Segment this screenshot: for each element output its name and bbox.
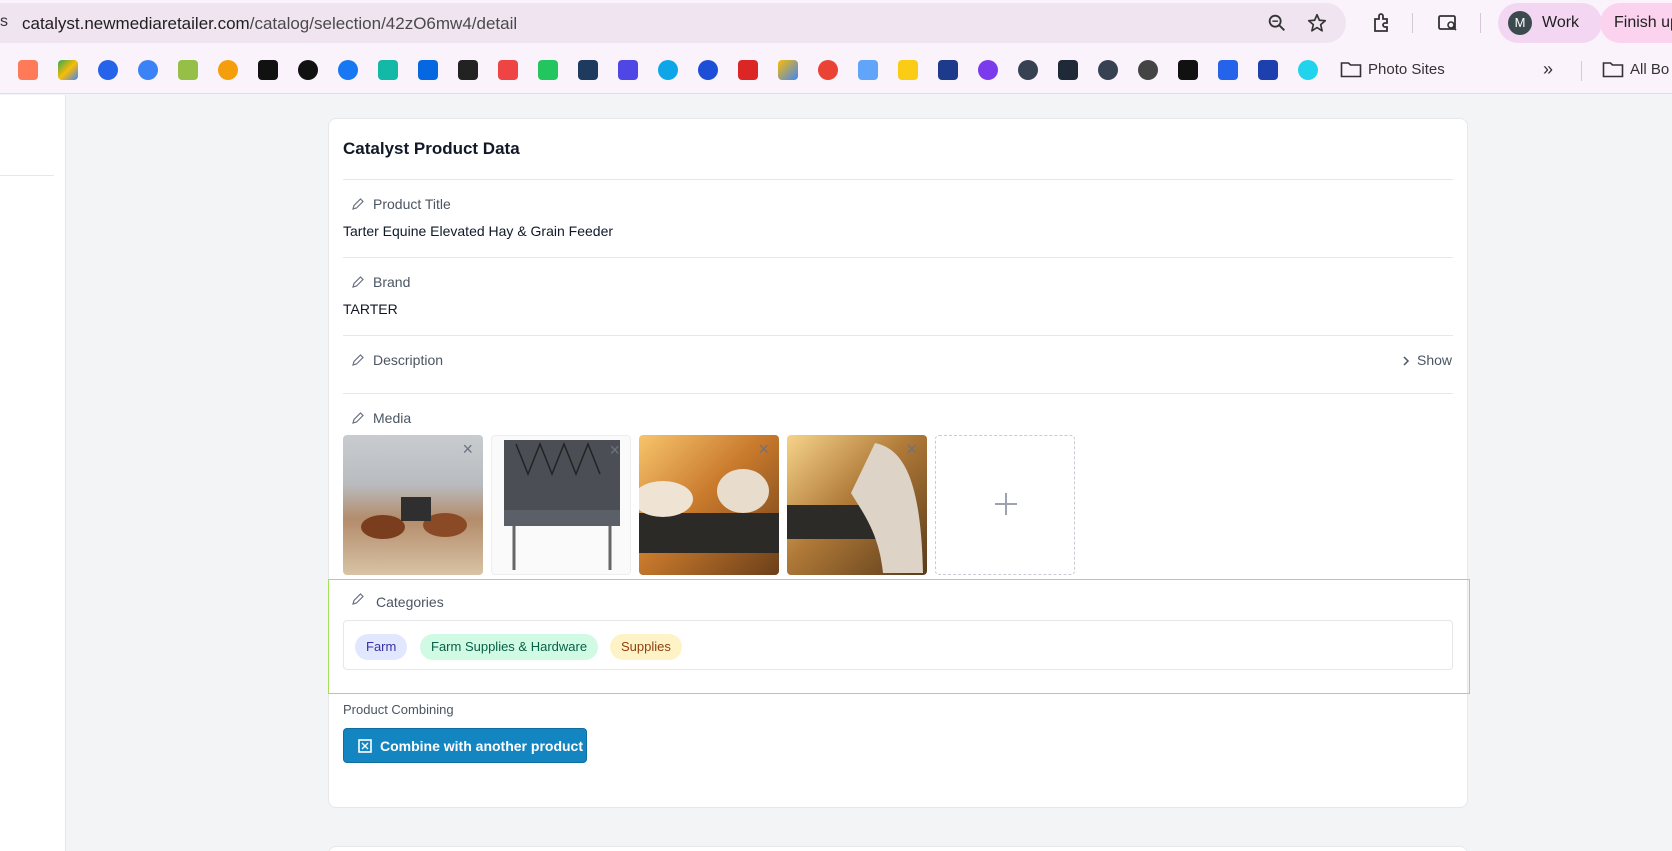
media-thumbnail[interactable]: × bbox=[787, 435, 927, 575]
url-text[interactable]: catalyst.newmediaretailer.com/catalog/se… bbox=[22, 14, 517, 34]
nmr-icon[interactable] bbox=[258, 60, 278, 80]
js-icon[interactable] bbox=[738, 60, 758, 80]
card-title: Catalyst Product Data bbox=[343, 139, 520, 158]
globe-icon[interactable] bbox=[1098, 60, 1118, 80]
category-chip[interactable]: Farm Supplies & Hardware bbox=[420, 634, 599, 660]
turtle-icon[interactable] bbox=[378, 60, 398, 80]
wave-icon[interactable] bbox=[1218, 60, 1238, 80]
r-app-icon[interactable] bbox=[1258, 60, 1278, 80]
bookmark-separator bbox=[1581, 61, 1582, 81]
address-bar[interactable]: s catalyst.newmediaretailer.com/catalog/… bbox=[0, 3, 1346, 43]
mascot-icon[interactable] bbox=[218, 60, 238, 80]
linux-icon[interactable] bbox=[1058, 60, 1078, 80]
product-title-label: Product Title bbox=[373, 196, 451, 212]
google-icon[interactable] bbox=[818, 60, 838, 80]
description-label: Description bbox=[373, 352, 444, 368]
c-app-icon[interactable] bbox=[138, 60, 158, 80]
product-combining-label: Product Combining bbox=[343, 702, 454, 717]
globe-icon[interactable] bbox=[1018, 60, 1038, 80]
check-icon[interactable] bbox=[538, 60, 558, 80]
product-data-card: Catalyst Product Data Product Title Tart… bbox=[328, 118, 1470, 808]
more-bookmarks-icon[interactable]: » bbox=[1543, 59, 1553, 80]
openai-icon[interactable] bbox=[1138, 60, 1158, 80]
bookmark-star-icon[interactable] bbox=[1306, 12, 1328, 34]
media-thumbnail[interactable]: × bbox=[491, 435, 631, 575]
profile-button[interactable]: M Work bbox=[1498, 3, 1602, 43]
mailchimp-icon[interactable] bbox=[898, 60, 918, 80]
pencil-icon[interactable] bbox=[351, 353, 365, 367]
browser-toolbar: s catalyst.newmediaretailer.com/catalog/… bbox=[0, 0, 1672, 47]
site-info-icon[interactable]: s bbox=[0, 13, 8, 31]
upwork-icon[interactable] bbox=[298, 60, 318, 80]
product-title-value[interactable]: Tarter Equine Elevated Hay & Grain Feede… bbox=[343, 223, 613, 239]
shopify-icon[interactable] bbox=[178, 60, 198, 80]
toolbar-separator bbox=[1480, 13, 1481, 33]
tab-search-icon[interactable] bbox=[1436, 11, 1460, 35]
chevron-right-icon bbox=[1403, 356, 1410, 366]
profile-name: Work bbox=[1542, 14, 1580, 31]
pencil-icon[interactable] bbox=[351, 275, 365, 289]
canva-icon[interactable] bbox=[978, 60, 998, 80]
pencil-icon[interactable] bbox=[351, 197, 365, 211]
category-chip[interactable]: Supplies bbox=[610, 634, 682, 660]
pencil-icon[interactable] bbox=[351, 411, 365, 425]
media-thumbnail[interactable]: × bbox=[639, 435, 779, 575]
add-media-button[interactable] bbox=[935, 435, 1075, 575]
media-thumbnail[interactable]: × bbox=[343, 435, 483, 575]
pen-icon[interactable] bbox=[498, 60, 518, 80]
google-ads-icon[interactable] bbox=[778, 60, 798, 80]
analytics-icon[interactable] bbox=[858, 60, 878, 80]
bookmarks-bar: Photo Sites » All Bo bbox=[0, 47, 1672, 94]
avatar: M bbox=[1508, 11, 1532, 35]
remove-media-icon[interactable]: × bbox=[609, 440, 620, 461]
extensions-icon[interactable] bbox=[1370, 11, 1394, 35]
next-card bbox=[328, 846, 1468, 851]
remove-media-icon[interactable]: × bbox=[462, 439, 473, 460]
remove-media-icon[interactable]: × bbox=[758, 439, 769, 460]
google-drive-icon[interactable] bbox=[58, 60, 78, 80]
zoom-app-icon[interactable] bbox=[98, 60, 118, 80]
category-chip[interactable]: Farm bbox=[355, 634, 408, 660]
vercel-icon[interactable] bbox=[578, 60, 598, 80]
hubspot-icon[interactable] bbox=[18, 60, 38, 80]
box-icon[interactable] bbox=[938, 60, 958, 80]
plus-icon bbox=[995, 493, 1017, 515]
onepassword-icon[interactable] bbox=[698, 60, 718, 80]
folder-icon bbox=[1602, 62, 1624, 78]
meta-icon[interactable] bbox=[418, 60, 438, 80]
square-app-icon[interactable] bbox=[618, 60, 638, 80]
categories-label: Categories bbox=[376, 594, 444, 610]
categories-section: Categories Farm Farm Supplies & Hardware… bbox=[328, 579, 1470, 694]
c-blue-icon[interactable] bbox=[658, 60, 678, 80]
categories-input[interactable]: Farm Farm Supplies & Hardware Supplies bbox=[343, 620, 1453, 670]
combine-product-button[interactable]: Combine with another product bbox=[343, 728, 587, 763]
brand-value[interactable]: TARTER bbox=[343, 301, 398, 317]
left-sidebar bbox=[0, 95, 66, 851]
layers-icon[interactable] bbox=[458, 60, 478, 80]
finish-update-button[interactable]: Finish up bbox=[1600, 3, 1672, 43]
folder-icon bbox=[1340, 62, 1362, 78]
combine-icon bbox=[358, 739, 372, 753]
facebook-icon[interactable] bbox=[338, 60, 358, 80]
nmr-icon[interactable] bbox=[1178, 60, 1198, 80]
pencil-icon[interactable] bbox=[351, 592, 365, 606]
react-icon[interactable] bbox=[1298, 60, 1318, 80]
media-label: Media bbox=[373, 410, 412, 426]
zoom-icon[interactable] bbox=[1266, 12, 1288, 34]
toolbar-separator bbox=[1412, 13, 1413, 33]
remove-media-icon[interactable]: × bbox=[906, 439, 917, 460]
brand-label: Brand bbox=[373, 274, 411, 290]
